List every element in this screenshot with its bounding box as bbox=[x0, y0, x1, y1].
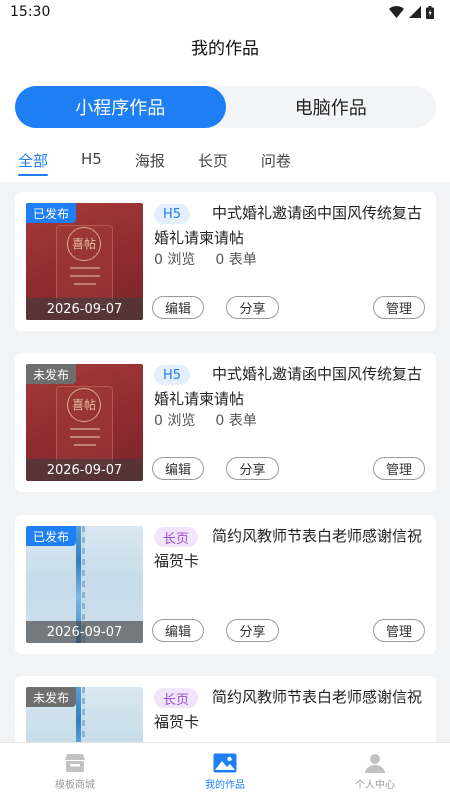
nav-label: 个人中心 bbox=[355, 780, 395, 791]
status-badge: 已发布 bbox=[26, 203, 77, 223]
work-thumbnail[interactable]: 喜帖 已发布 2026-09-07 bbox=[26, 203, 143, 320]
tab-long-page[interactable]: 长页 bbox=[198, 146, 228, 182]
work-title: 中式婚礼邀请函中国风传统复古婚礼请柬请帖 bbox=[154, 204, 423, 247]
work-card[interactable]: 喜帖 已发布 2026-09-07 H5 中式婚礼邀请函中国风传统复古婚礼请柬请… bbox=[15, 192, 436, 331]
forms-count: 0 表单 bbox=[215, 252, 257, 268]
work-title: 中式婚礼邀请函中国风传统复古婚礼请柬请帖 bbox=[154, 365, 423, 408]
work-title: 简约风教师节表白老师感谢信祝福贺卡 bbox=[154, 688, 423, 731]
xi-tie-seal: 喜帖 bbox=[67, 388, 101, 422]
status-icons bbox=[389, 5, 434, 19]
work-date: 2026-09-07 bbox=[26, 459, 143, 481]
work-thumbnail[interactable]: 喜帖 未发布 2026-09-07 bbox=[26, 364, 143, 481]
work-card[interactable]: 未发布 长页 简约风教师节表白老师感谢信祝福贺卡 bbox=[15, 676, 436, 742]
status-badge: 未发布 bbox=[26, 687, 77, 707]
store-icon bbox=[65, 754, 85, 772]
nav-my-works[interactable]: 我的作品 bbox=[150, 743, 300, 800]
tab-all[interactable]: 全部 bbox=[18, 146, 49, 182]
work-thumbnail[interactable]: 未发布 bbox=[26, 687, 143, 742]
status-badge: 未发布 bbox=[26, 364, 77, 384]
nav-template-store[interactable]: 模板商城 bbox=[0, 743, 150, 800]
work-thumbnail[interactable]: 已发布 2026-09-07 bbox=[26, 526, 143, 643]
tab-h5[interactable]: H5 bbox=[81, 146, 102, 182]
edit-button[interactable]: 编辑 bbox=[152, 296, 204, 319]
battery-icon bbox=[426, 5, 434, 19]
nav-label: 模板商城 bbox=[55, 780, 95, 791]
person-icon bbox=[365, 754, 385, 773]
manage-button[interactable]: 管理 bbox=[373, 457, 425, 480]
status-time: 15:30 bbox=[10, 4, 51, 20]
forms-count: 0 表单 bbox=[215, 413, 257, 429]
share-button[interactable]: 分享 bbox=[226, 457, 279, 480]
xi-tie-seal: 喜帖 bbox=[67, 227, 101, 261]
work-date: 2026-09-07 bbox=[26, 298, 143, 320]
views-count: 0 浏览 bbox=[154, 252, 196, 268]
work-stats: 0 浏览 0 表单 bbox=[154, 410, 257, 430]
manage-button[interactable]: 管理 bbox=[373, 619, 425, 642]
page-title: 我的作品 bbox=[0, 24, 450, 68]
segment-control: 小程序作品 电脑作品 bbox=[15, 86, 436, 128]
bottom-nav: 模板商城 我的作品 个人中心 bbox=[0, 742, 450, 800]
signal-icon bbox=[409, 6, 421, 18]
works-list: 喜帖 已发布 2026-09-07 H5 中式婚礼邀请函中国风传统复古婚礼请柬请… bbox=[0, 182, 450, 742]
nav-label: 我的作品 bbox=[205, 780, 245, 791]
edit-button[interactable]: 编辑 bbox=[152, 457, 204, 480]
work-card[interactable]: 已发布 2026-09-07 长页 简约风教师节表白老师感谢信祝福贺卡 编辑 分… bbox=[15, 515, 436, 654]
work-stats: 0 浏览 0 表单 bbox=[154, 249, 257, 269]
segment-miniprogram-works[interactable]: 小程序作品 bbox=[15, 86, 226, 128]
status-bar: 15:30 bbox=[0, 0, 450, 24]
wifi-icon bbox=[389, 6, 404, 18]
work-date: 2026-09-07 bbox=[26, 621, 143, 643]
tab-questionnaire[interactable]: 问卷 bbox=[261, 146, 291, 182]
segment-pc-works[interactable]: 电脑作品 bbox=[226, 86, 437, 128]
work-title: 简约风教师节表白老师感谢信祝福贺卡 bbox=[154, 527, 423, 570]
tab-poster[interactable]: 海报 bbox=[135, 146, 165, 182]
category-tabs: 全部 H5 海报 长页 问卷 bbox=[0, 146, 450, 182]
manage-button[interactable]: 管理 bbox=[373, 296, 425, 319]
work-card[interactable]: 喜帖 未发布 2026-09-07 H5 中式婚礼邀请函中国风传统复古婚礼请柬请… bbox=[15, 353, 436, 492]
edit-button[interactable]: 编辑 bbox=[152, 619, 204, 642]
share-button[interactable]: 分享 bbox=[226, 296, 279, 319]
image-icon bbox=[213, 753, 237, 773]
share-button[interactable]: 分享 bbox=[226, 619, 279, 642]
segment-area: 小程序作品 电脑作品 bbox=[0, 68, 450, 146]
views-count: 0 浏览 bbox=[154, 413, 196, 429]
status-badge: 已发布 bbox=[26, 526, 77, 546]
nav-profile[interactable]: 个人中心 bbox=[300, 743, 450, 800]
